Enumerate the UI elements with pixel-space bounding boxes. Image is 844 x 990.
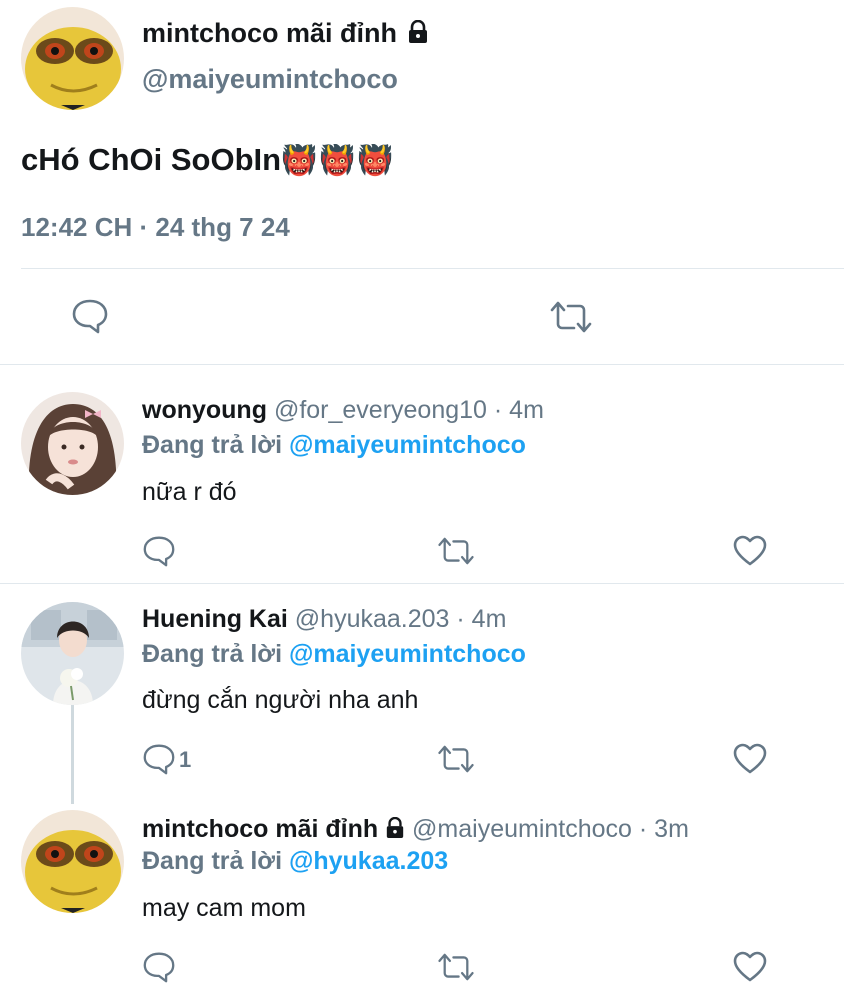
display-name[interactable]: wonyoung	[142, 396, 267, 424]
display-name[interactable]: mintchoco mãi đỉnh	[142, 815, 378, 843]
author-line: mintchoco mãi đỉnh	[142, 18, 429, 51]
replying-to-link[interactable]: @maiyeumintchoco	[289, 431, 526, 459]
replying-to-link[interactable]: @maiyeumintchoco	[289, 640, 526, 668]
reply-time: · 4m	[493, 396, 544, 424]
reply-count: 1	[179, 747, 192, 772]
replying-to-line: Đang trả lời @maiyeumintchoco	[142, 431, 526, 460]
lock-icon	[385, 816, 405, 846]
divider	[21, 268, 844, 269]
divider	[0, 583, 844, 584]
replying-label: Đang trả lời	[142, 847, 283, 875]
reply-text: nữa r đó	[142, 478, 237, 506]
like-icon[interactable]	[733, 535, 767, 567]
handle[interactable]: @maiyeumintchoco	[412, 815, 632, 843]
display-name[interactable]: Huening Kai	[142, 605, 288, 633]
replying-label: Đang trả lời	[142, 431, 283, 459]
retweet-icon[interactable]	[436, 536, 476, 566]
like-icon[interactable]	[733, 743, 767, 775]
reply-header: wonyoung @for_everyeong10 · 4m	[142, 396, 544, 425]
reply-time: · 3m	[638, 815, 689, 843]
reply-header: mintchoco mãi đỉnh @maiyeumintchoco · 3m	[142, 815, 689, 846]
tweet-text-body: cHó ChOi SoObIn	[21, 142, 282, 177]
avatar[interactable]	[21, 392, 124, 495]
replying-to-line: Đang trả lời @hyukaa.203	[142, 847, 448, 876]
retweet-icon[interactable]	[436, 744, 476, 774]
tweet-emojis: 👹👹👹	[281, 145, 396, 177]
reply-icon[interactable]	[142, 743, 176, 775]
replying-to-line: Đang trả lời @maiyeumintchoco	[142, 640, 526, 669]
handle[interactable]: @hyukaa.203	[295, 605, 450, 633]
divider	[0, 364, 844, 365]
reply-icon[interactable]	[142, 535, 176, 567]
avatar[interactable]	[21, 602, 124, 705]
tweet-text: cHó ChOi SoObIn👹👹👹	[21, 142, 395, 178]
retweet-icon[interactable]	[436, 952, 476, 982]
avatar[interactable]	[21, 7, 124, 110]
retweet-icon[interactable]	[548, 300, 594, 334]
reply-icon[interactable]	[142, 951, 176, 983]
avatar[interactable]	[21, 810, 124, 913]
thread-connector	[71, 704, 74, 804]
replying-to-link[interactable]: @hyukaa.203	[289, 847, 448, 875]
handle[interactable]: @for_everyeong10	[274, 396, 487, 424]
reply-header: Huening Kai @hyukaa.203 · 4m	[142, 605, 506, 634]
replying-label: Đang trả lời	[142, 640, 283, 668]
display-name[interactable]: mintchoco mãi đỉnh	[142, 18, 397, 48]
handle[interactable]: @maiyeumintchoco	[142, 64, 398, 95]
reply-time: · 4m	[456, 605, 507, 633]
reply-icon[interactable]	[71, 298, 109, 334]
tweet-timestamp[interactable]: 12:42 CH · 24 thg 7 24	[21, 212, 290, 243]
lock-icon	[407, 19, 429, 51]
reply-text: may cam mom	[142, 894, 306, 922]
reply-text: đừng cắn người nha anh	[142, 686, 419, 714]
like-icon[interactable]	[733, 951, 767, 983]
